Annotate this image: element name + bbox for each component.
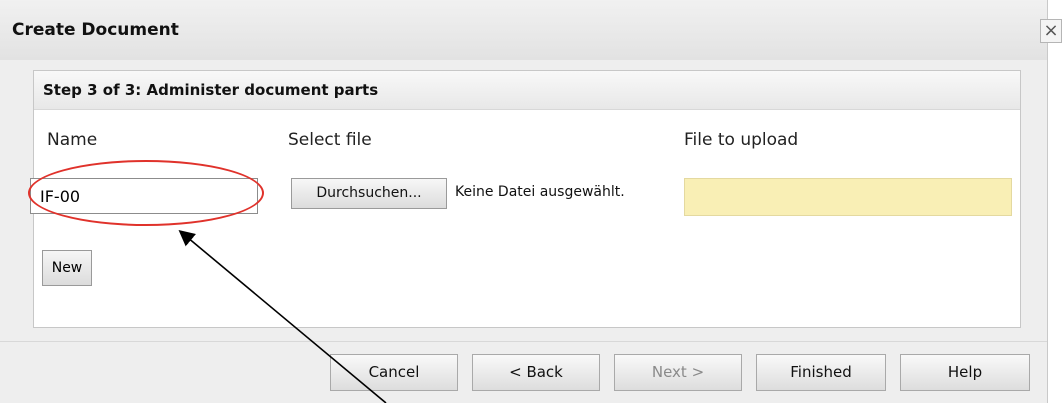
browse-button[interactable]: Durchsuchen... [291, 178, 447, 209]
cancel-button[interactable]: Cancel [330, 354, 458, 391]
help-button[interactable]: Help [900, 354, 1030, 391]
back-button[interactable]: < Back [472, 354, 600, 391]
step-header: Step 3 of 3: Administer document parts [34, 71, 1020, 110]
file-to-upload-field[interactable] [684, 178, 1012, 216]
dialog-titlebar: Create Document [0, 0, 1047, 60]
next-button[interactable]: Next > [614, 354, 742, 391]
no-file-selected-text: Keine Datei ausgewählt. [455, 184, 625, 200]
step-title: Step 3 of 3: Administer document parts [43, 81, 379, 99]
create-document-dialog: Create Document Step 3 of 3: Administer … [0, 0, 1048, 403]
name-column-label: Name [47, 130, 98, 150]
close-icon[interactable]: × [1040, 19, 1062, 43]
footer-separator [0, 341, 1047, 342]
select-file-column-label: Select file [288, 130, 372, 150]
file-to-upload-column-label: File to upload [684, 130, 799, 150]
new-button[interactable]: New [42, 250, 92, 286]
finished-button[interactable]: Finished [756, 354, 886, 391]
name-input[interactable] [30, 178, 258, 214]
dialog-title: Create Document [12, 20, 179, 40]
